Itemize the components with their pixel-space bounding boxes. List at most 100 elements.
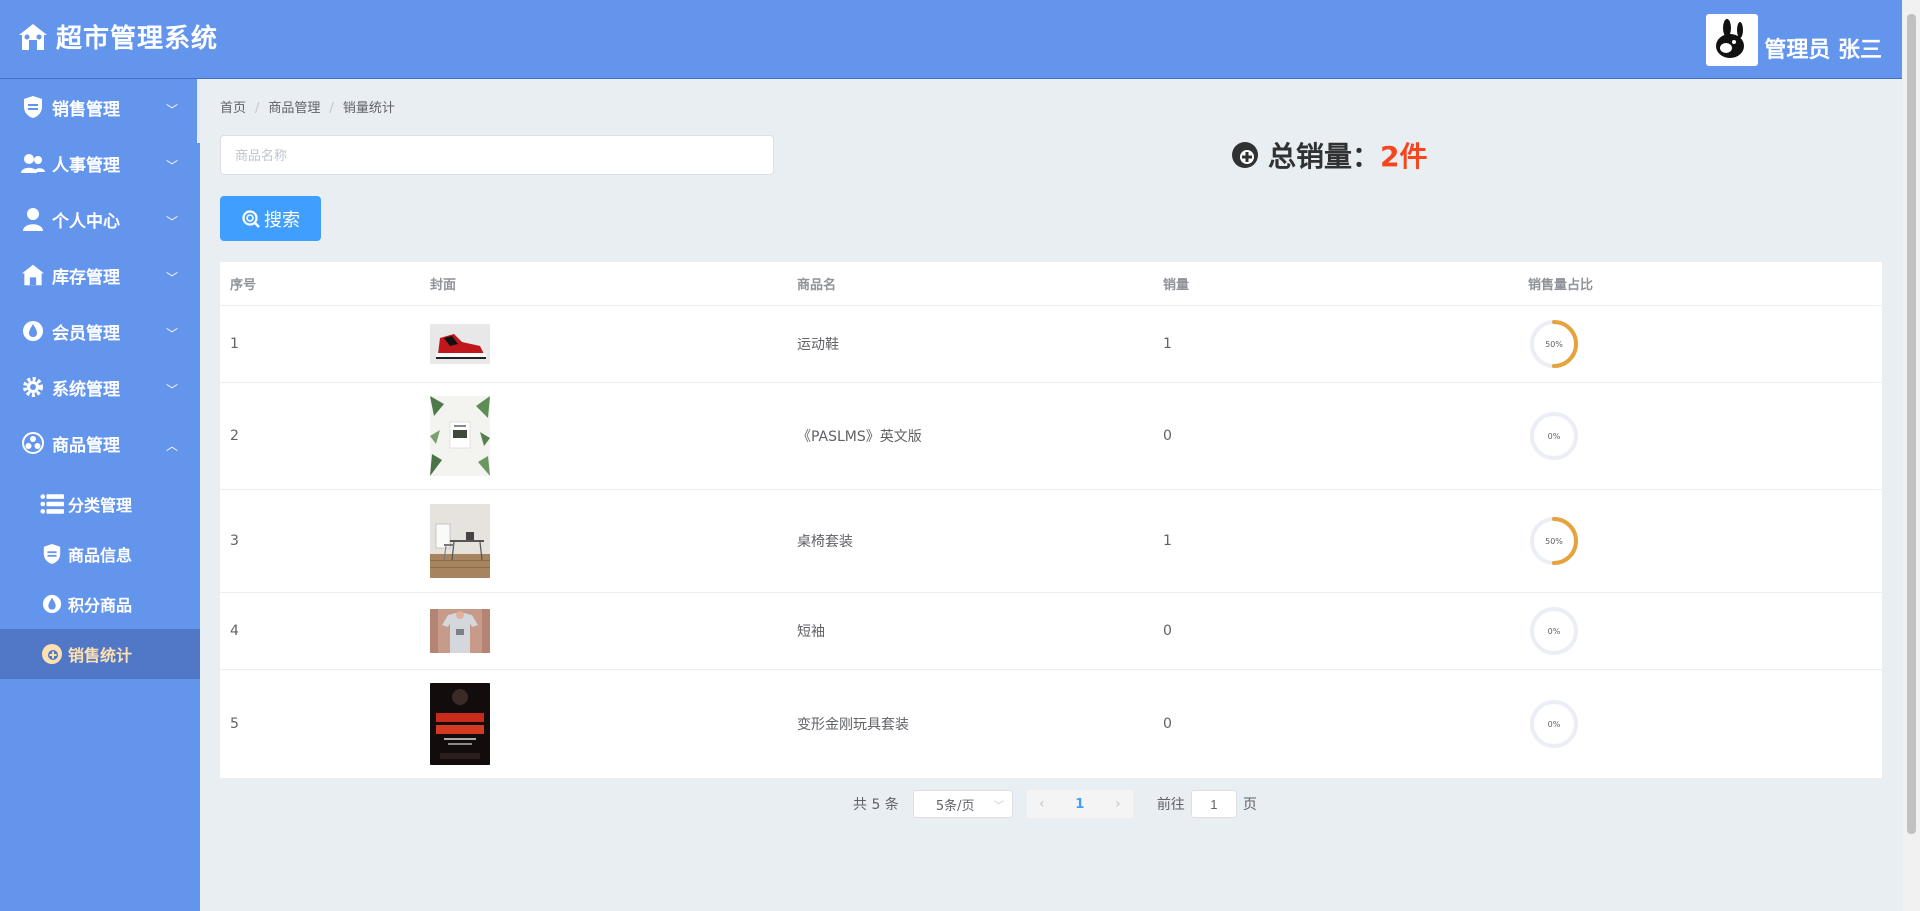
sidebar-item-label: 系统管理 <box>52 379 120 400</box>
breadcrumb-home[interactable]: 首页 <box>220 101 246 116</box>
chevron-down-icon: ﹀ <box>165 327 178 341</box>
ratio-cell: 50% <box>1518 515 1882 567</box>
row-index: 5 <box>230 716 239 732</box>
sidebar-item-system[interactable]: 系统管理 ﹀ <box>0 359 200 415</box>
sidebar-item-inventory[interactable]: 库存管理 ﹀ <box>0 247 200 303</box>
sales-count: 0 <box>1163 428 1172 444</box>
sidebar-item-members[interactable]: 会员管理 ﹀ <box>0 303 200 359</box>
drop-icon <box>40 592 64 616</box>
row-index: 4 <box>230 623 239 639</box>
sidebar: 销售管理 ﹀ 人事管理 ﹀ 个人中心 ﹀ 库存管理 ﹀ 会员管理 ﹀ 系统管理 … <box>0 79 200 911</box>
search-button[interactable]: 搜索 <box>220 196 321 241</box>
ratio-cell: 50% <box>1518 318 1882 370</box>
breadcrumb-separator: / <box>255 101 260 116</box>
shield-icon <box>20 94 46 120</box>
sidebar-item-hr[interactable]: 人事管理 ﹀ <box>0 135 200 191</box>
cover-cell <box>420 324 787 364</box>
list-icon <box>40 492 64 516</box>
goods-name: 《PASLMS》英文版 <box>797 429 922 445</box>
gear-icon <box>20 374 46 400</box>
page-number[interactable]: 1 <box>1057 790 1103 818</box>
sidebar-item-goods[interactable]: 商品管理 ︿ <box>0 415 200 471</box>
shield-icon <box>40 542 64 566</box>
sales-table: 序号 封面 商品名 销量 销售量占比 1 运动鞋 1 50% 2 《PASLMS… <box>220 262 1882 778</box>
cover-cell <box>420 504 787 578</box>
page-size-select[interactable]: 5条/页 ﹀ <box>912 790 1013 818</box>
goods-icon <box>20 430 46 456</box>
user-menu[interactable]: 管理员 张三 <box>1706 14 1882 66</box>
drop-icon <box>20 318 46 344</box>
column-header[interactable]: 销量 <box>1153 274 1518 293</box>
goods-name: 变形金刚玩具套装 <box>797 717 909 733</box>
stat-icon <box>1232 142 1258 168</box>
scrollbar-thumb[interactable] <box>1907 14 1916 834</box>
progress-ring: 0% <box>1528 410 1580 462</box>
cover-cell <box>420 609 787 653</box>
table-row: 2 《PASLMS》英文版 0 0% <box>220 383 1882 490</box>
chevron-down-icon: ﹀ <box>993 801 1004 812</box>
progress-ring: 0% <box>1528 698 1580 750</box>
table-row: 1 运动鞋 1 50% <box>220 306 1882 383</box>
user-name: 管理员 张三 <box>1764 38 1882 63</box>
next-page-button[interactable]: › <box>1103 790 1133 818</box>
breadcrumb-goods[interactable]: 商品管理 <box>268 101 320 116</box>
progress-ring-label: 0% <box>1547 626 1561 636</box>
breadcrumb-current: 销量统计 <box>342 101 395 116</box>
sidebar-subitem-points-goods[interactable]: 积分商品 <box>0 579 200 629</box>
store-icon <box>19 23 47 50</box>
avatar[interactable] <box>1706 14 1759 66</box>
sidebar-item-label: 个人中心 <box>52 211 120 232</box>
sidebar-subitem-label: 积分商品 <box>68 596 133 615</box>
goto-suffix: 页 <box>1242 797 1257 813</box>
sidebar-subitem-sales-stats[interactable]: 销售统计 <box>0 629 200 679</box>
prev-page-button[interactable]: ‹ <box>1027 790 1057 818</box>
total-count: 共 5 条 <box>853 797 899 813</box>
total-sales-value: 2件 <box>1380 140 1428 173</box>
person-icon <box>20 206 46 232</box>
chevron-up-icon: ︿ <box>165 439 178 453</box>
progress-ring-label: 0% <box>1547 431 1561 441</box>
chevron-down-icon: ﹀ <box>165 215 178 229</box>
table-row: 3 桌椅套装 1 50% <box>220 490 1882 593</box>
column-header[interactable]: 销售量占比 <box>1518 274 1882 293</box>
column-header[interactable]: 商品名 <box>787 274 1153 293</box>
sales-count: 0 <box>1163 623 1172 639</box>
house-icon <box>20 262 46 288</box>
main-content: 首页 / 商品管理 / 销量统计 总销量： 2件 搜索 序号 封面 商品名 销量 销售量… <box>200 80 1902 911</box>
brand[interactable]: 超市管理系统 <box>18 18 218 55</box>
chevron-down-icon: ﹀ <box>165 271 178 285</box>
sales-count: 1 <box>1163 336 1172 352</box>
goods-name: 运动鞋 <box>797 337 839 353</box>
sidebar-subitem-goods-info[interactable]: 商品信息 <box>0 529 200 579</box>
cover-cell <box>420 396 787 476</box>
shirt-thumbnail <box>430 609 490 653</box>
ratio-cell: 0% <box>1518 410 1882 462</box>
search-icon <box>242 209 260 228</box>
app-title: 超市管理系统 <box>56 24 219 54</box>
progress-ring-label: 0% <box>1547 719 1561 729</box>
row-index: 3 <box>230 533 239 549</box>
column-header[interactable]: 封面 <box>420 274 787 293</box>
page-jumper: 前往 页 <box>1157 790 1257 818</box>
page-size-value: 5条/页 <box>935 798 975 814</box>
progress-ring: 0% <box>1528 605 1580 657</box>
pagination: 共 5 条 5条/页 ﹀ ‹ 1 › 前往 页 <box>853 790 1257 818</box>
sidebar-subitem-label: 销售统计 <box>68 646 133 665</box>
total-sales: 总销量： 2件 <box>1230 135 1428 175</box>
page-scrollbar[interactable] <box>1903 0 1920 911</box>
sidebar-item-sales[interactable]: 销售管理 ﹀ <box>0 79 200 135</box>
goto-page-input[interactable] <box>1190 790 1237 818</box>
column-header[interactable]: 序号 <box>220 274 420 293</box>
goods-name-input[interactable] <box>220 135 774 175</box>
sidebar-item-profile[interactable]: 个人中心 ﹀ <box>0 191 200 247</box>
sidebar-item-label: 人事管理 <box>52 155 120 176</box>
table-row: 4 短袖 0 0% <box>220 593 1882 670</box>
breadcrumb-separator: / <box>329 101 334 116</box>
table-header: 序号 封面 商品名 销量 销售量占比 <box>220 262 1882 306</box>
row-index: 1 <box>230 336 239 352</box>
app-header: 超市管理系统 管理员 张三 <box>0 0 1902 79</box>
desk-thumbnail <box>430 504 490 578</box>
sales-count: 1 <box>1163 533 1172 549</box>
sidebar-subitem-category[interactable]: 分类管理 <box>0 479 200 529</box>
ratio-cell: 0% <box>1518 698 1882 750</box>
